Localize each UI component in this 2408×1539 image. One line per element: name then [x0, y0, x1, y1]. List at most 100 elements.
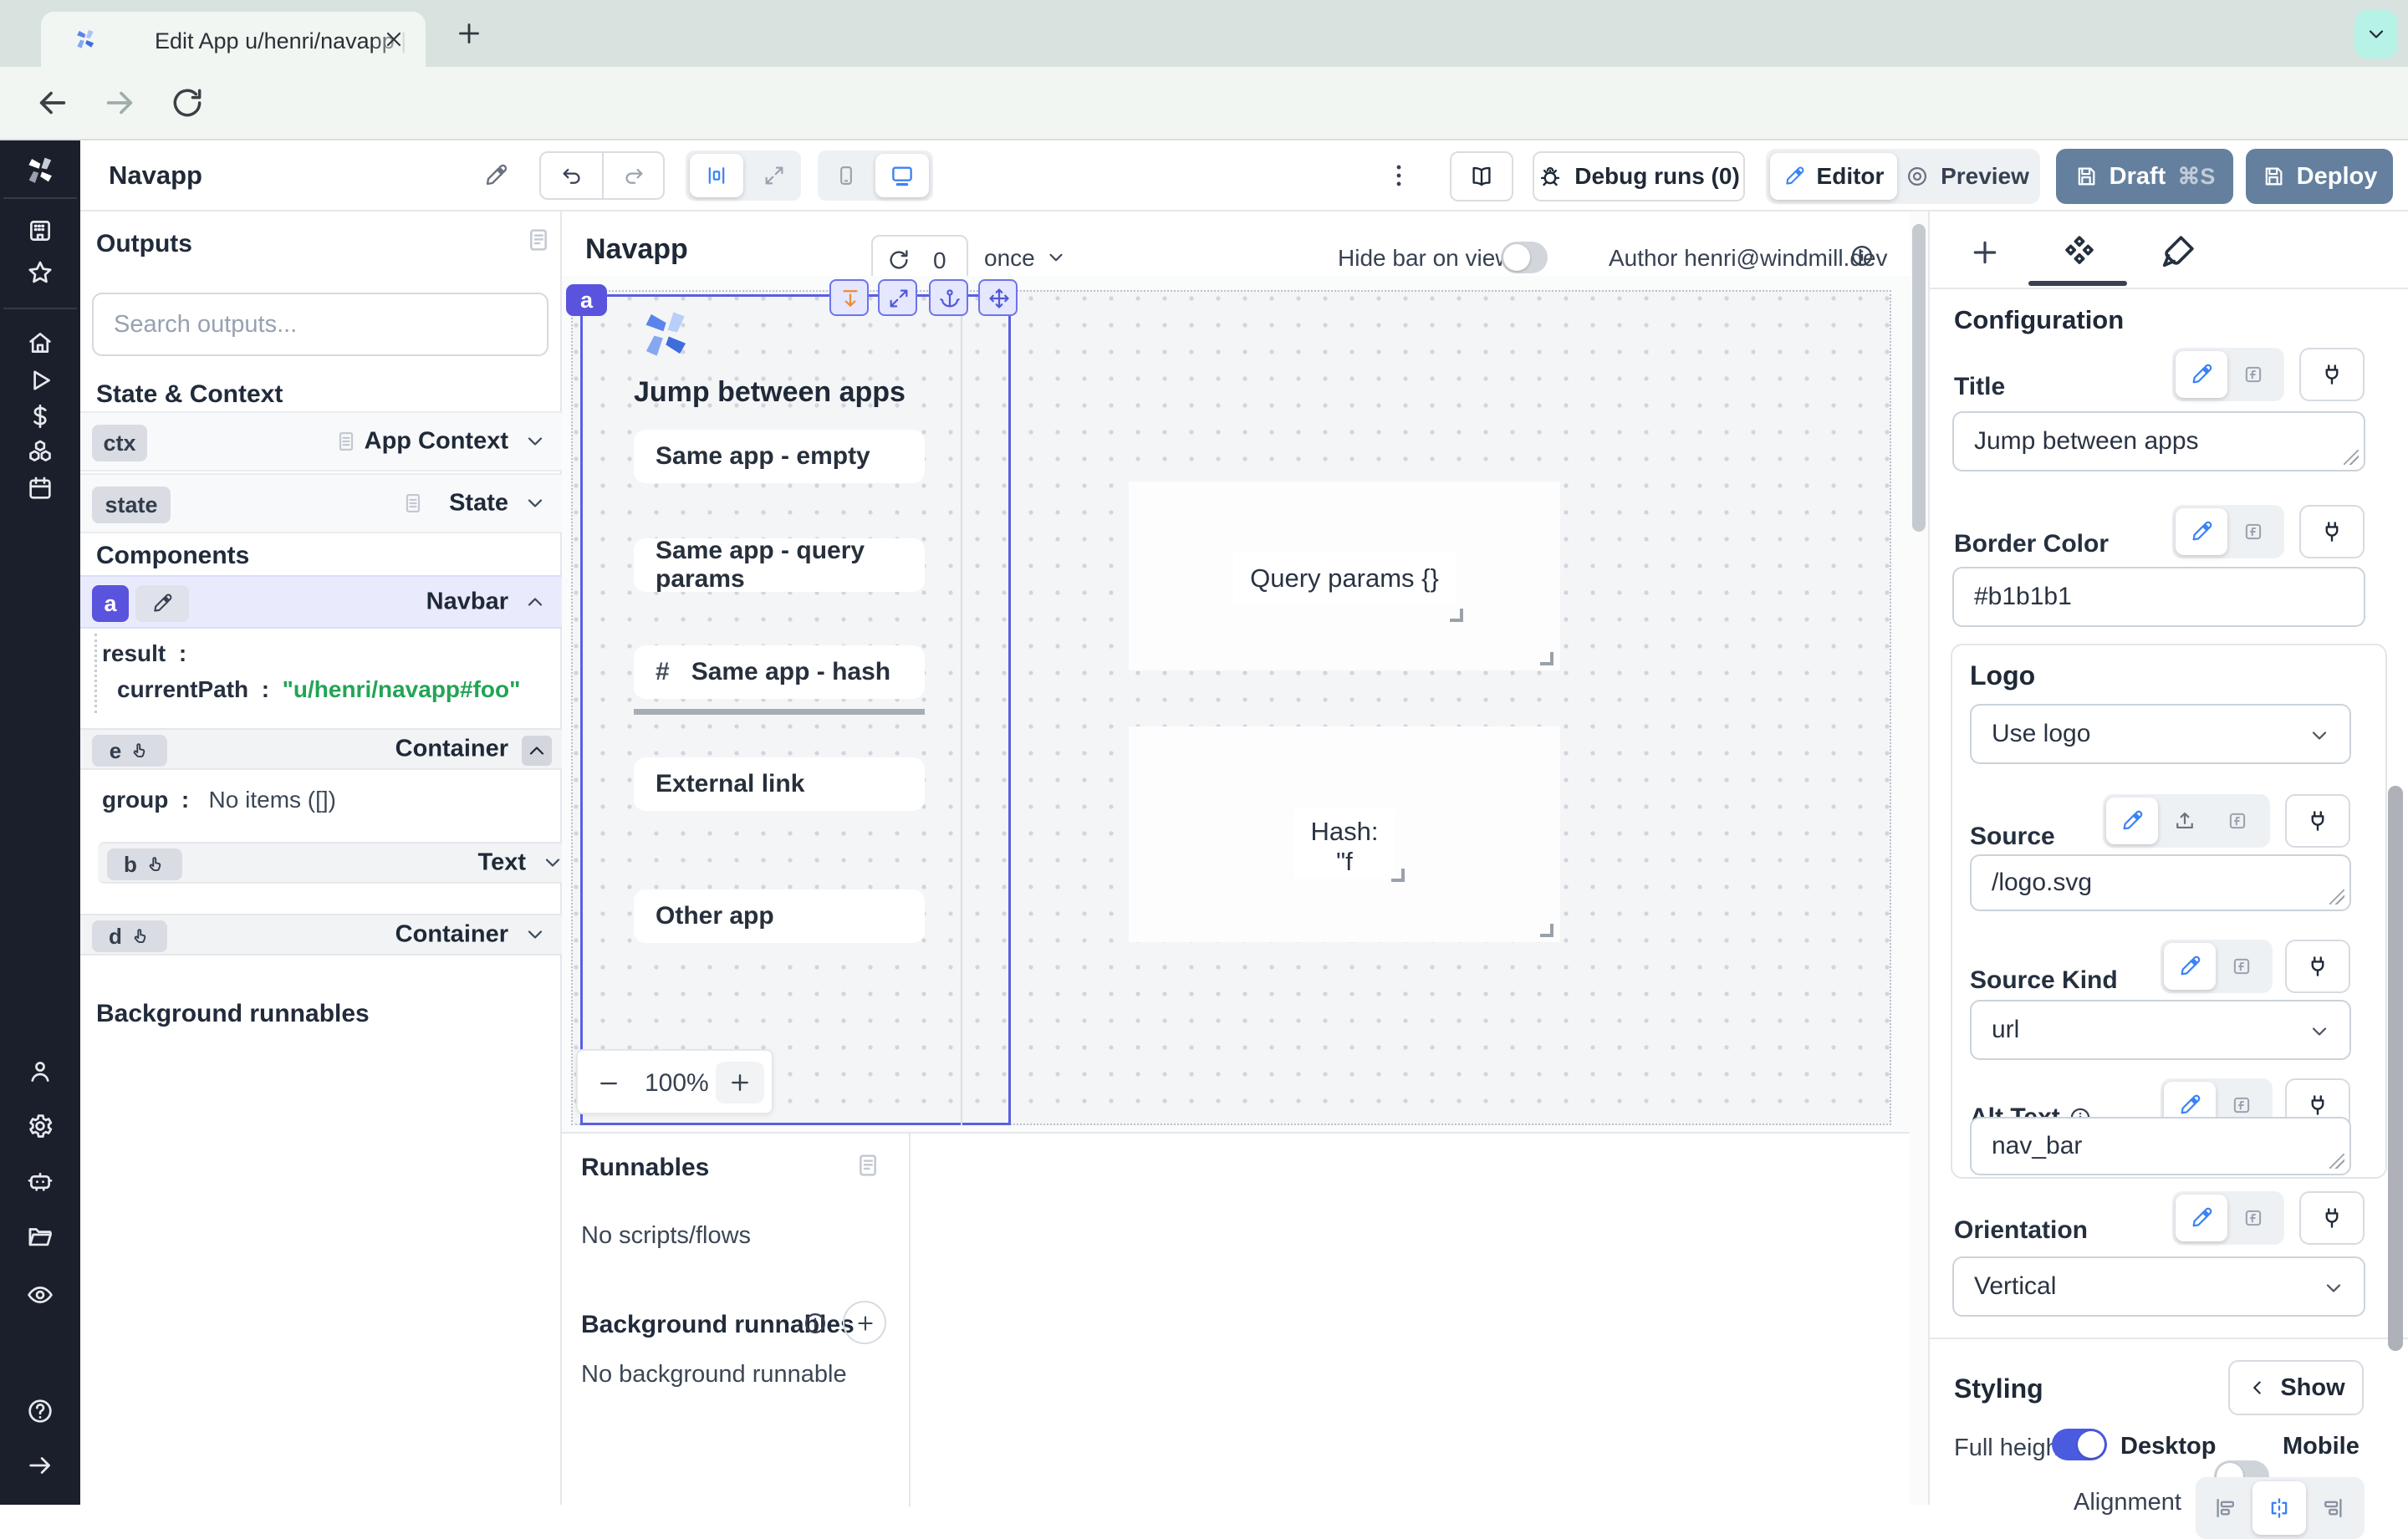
- preview-tab[interactable]: Preview: [1900, 153, 2035, 200]
- title-static-button[interactable]: [2176, 351, 2227, 398]
- debug-runs-button[interactable]: Debug runs (0): [1533, 151, 1745, 201]
- sidebar-home-icon[interactable]: [26, 329, 54, 357]
- tab-close-icon[interactable]: [382, 28, 406, 51]
- source-kind-select[interactable]: url: [1970, 1000, 2351, 1060]
- editor-tab[interactable]: Editor: [1770, 153, 1897, 200]
- sidebar-apps-icon[interactable]: [26, 217, 54, 245]
- source-connect-button[interactable]: [2285, 794, 2350, 848]
- styling-tab-icon[interactable]: [2159, 232, 2197, 271]
- mobile-view-icon[interactable]: [834, 164, 858, 187]
- component-b-row[interactable]: b Text: [98, 842, 562, 884]
- sidebar-resources-icon[interactable]: [26, 438, 54, 466]
- nav-button-empty[interactable]: Same app - empty: [634, 430, 925, 483]
- sidebar-workers-icon[interactable]: [26, 1167, 54, 1195]
- fullscreen-button[interactable]: [878, 279, 917, 316]
- desktop-view-button[interactable]: [875, 154, 929, 197]
- align-center-button[interactable]: [2252, 1481, 2306, 1535]
- align-mode-button[interactable]: [690, 154, 743, 197]
- source-input[interactable]: /logo.svg: [1970, 854, 2351, 911]
- resize-handle[interactable]: [1540, 924, 1553, 937]
- nav-button-external[interactable]: External link: [634, 757, 925, 811]
- chevron-down-icon[interactable]: [523, 923, 547, 946]
- component-e-row[interactable]: e Container: [80, 728, 562, 770]
- deploy-button[interactable]: Deploy: [2246, 149, 2393, 204]
- orientation-connect-button[interactable]: [2299, 1191, 2365, 1245]
- orientation-fx-button[interactable]: [2227, 1195, 2279, 1241]
- title-input[interactable]: Jump between apps: [1952, 411, 2365, 471]
- align-left-button[interactable]: [2199, 1481, 2252, 1535]
- sidebar-favorites-icon[interactable]: [26, 258, 54, 287]
- settings-tab-icon[interactable]: [2060, 232, 2099, 271]
- state-row[interactable]: state State: [80, 473, 562, 533]
- source-upload-button[interactable]: [2158, 798, 2212, 844]
- insert-tab-icon[interactable]: [1968, 236, 2002, 269]
- hide-bar-toggle[interactable]: [1501, 242, 1548, 273]
- back-icon[interactable]: [33, 84, 72, 122]
- orientation-select[interactable]: Vertical: [1952, 1256, 2365, 1317]
- zoom-in-button[interactable]: [716, 1062, 764, 1103]
- resize-handle[interactable]: [1540, 652, 1553, 665]
- sidebar-runs-icon[interactable]: [26, 366, 54, 395]
- logo-select[interactable]: Use logo: [1970, 704, 2351, 764]
- info-icon[interactable]: [803, 1311, 828, 1336]
- outputs-doc-icon[interactable]: [525, 227, 552, 253]
- sidebar-help-icon[interactable]: [26, 1397, 54, 1425]
- chevron-down-icon[interactable]: [523, 492, 547, 515]
- nav-button-hash[interactable]: #Same app - hash: [634, 645, 925, 699]
- refresh-mode[interactable]: once: [984, 245, 1035, 272]
- search-outputs-input[interactable]: Search outputs...: [92, 293, 548, 356]
- title-fx-button[interactable]: [2227, 351, 2279, 398]
- component-d-row[interactable]: d Container: [80, 914, 562, 956]
- sidebar-schedules-icon[interactable]: [26, 474, 54, 502]
- nav-button-other[interactable]: Other app: [634, 889, 925, 943]
- sidebar-audit-icon[interactable]: [26, 1281, 54, 1309]
- runnables-doc-icon[interactable]: [855, 1152, 881, 1179]
- sidebar-settings-icon[interactable]: [26, 1112, 54, 1140]
- component-a-tag[interactable]: a: [566, 284, 607, 316]
- info-icon[interactable]: [1849, 243, 1875, 268]
- query-params-box[interactable]: Query params {}: [1129, 482, 1560, 670]
- add-bg-runnable-button[interactable]: [843, 1301, 886, 1344]
- border-fx-button[interactable]: [2227, 508, 2279, 555]
- source-kind-fx-button[interactable]: [2216, 943, 2268, 990]
- sidebar-collapse-icon[interactable]: [26, 1451, 54, 1480]
- hash-box[interactable]: Hash:"f: [1129, 726, 1560, 942]
- border-static-button[interactable]: [2176, 508, 2227, 555]
- full-height-desktop-toggle[interactable]: [2052, 1429, 2107, 1460]
- move-button[interactable]: [978, 279, 1018, 316]
- component-a-row[interactable]: a Navbar: [80, 575, 562, 629]
- border-connect-button[interactable]: [2299, 505, 2365, 558]
- browser-tab[interactable]: Edit App u/henri/navapp | Win: [41, 12, 426, 67]
- expand-down-button[interactable]: [829, 279, 869, 316]
- source-static-button[interactable]: [2106, 798, 2158, 844]
- orientation-static-button[interactable]: [2176, 1195, 2227, 1241]
- chevron-down-icon[interactable]: [541, 851, 564, 874]
- source-kind-connect-button[interactable]: [2285, 940, 2350, 993]
- border-color-input[interactable]: #b1b1b1: [1952, 567, 2365, 627]
- ctx-row[interactable]: ctx App Context: [80, 411, 562, 471]
- source-kind-static-button[interactable]: [2164, 943, 2216, 990]
- component-a-edit[interactable]: [135, 585, 189, 622]
- canvas-scrollbar-track[interactable]: [1910, 211, 1928, 1505]
- forward-icon[interactable]: [100, 84, 139, 122]
- resize-handle[interactable]: [1450, 609, 1463, 622]
- edit-title-icon[interactable]: [483, 163, 508, 188]
- draft-button[interactable]: Draft ⌘S: [2056, 149, 2233, 204]
- component-e-collapse[interactable]: [522, 736, 552, 766]
- tab-search-button[interactable]: [2354, 10, 2398, 59]
- source-fx-button[interactable]: [2212, 798, 2263, 844]
- chevron-down-icon[interactable]: [523, 430, 547, 453]
- anchor-button[interactable]: [929, 279, 968, 316]
- zoom-out-icon[interactable]: [596, 1071, 621, 1096]
- chevron-up-icon[interactable]: [523, 590, 547, 614]
- nav-button-query[interactable]: Same app - query params: [634, 538, 925, 592]
- sidebar-variables-icon[interactable]: [26, 402, 54, 431]
- undo-icon[interactable]: [560, 164, 584, 187]
- alt-text-input[interactable]: nav_bar: [1970, 1117, 2351, 1175]
- align-right-button[interactable]: [2306, 1481, 2360, 1535]
- redo-icon[interactable]: [622, 164, 645, 187]
- canvas-scrollbar-thumb[interactable]: [1912, 224, 1926, 532]
- reload-icon[interactable]: [169, 84, 206, 121]
- new-tab-icon[interactable]: [454, 18, 484, 48]
- header-menu-icon[interactable]: [1385, 161, 1413, 190]
